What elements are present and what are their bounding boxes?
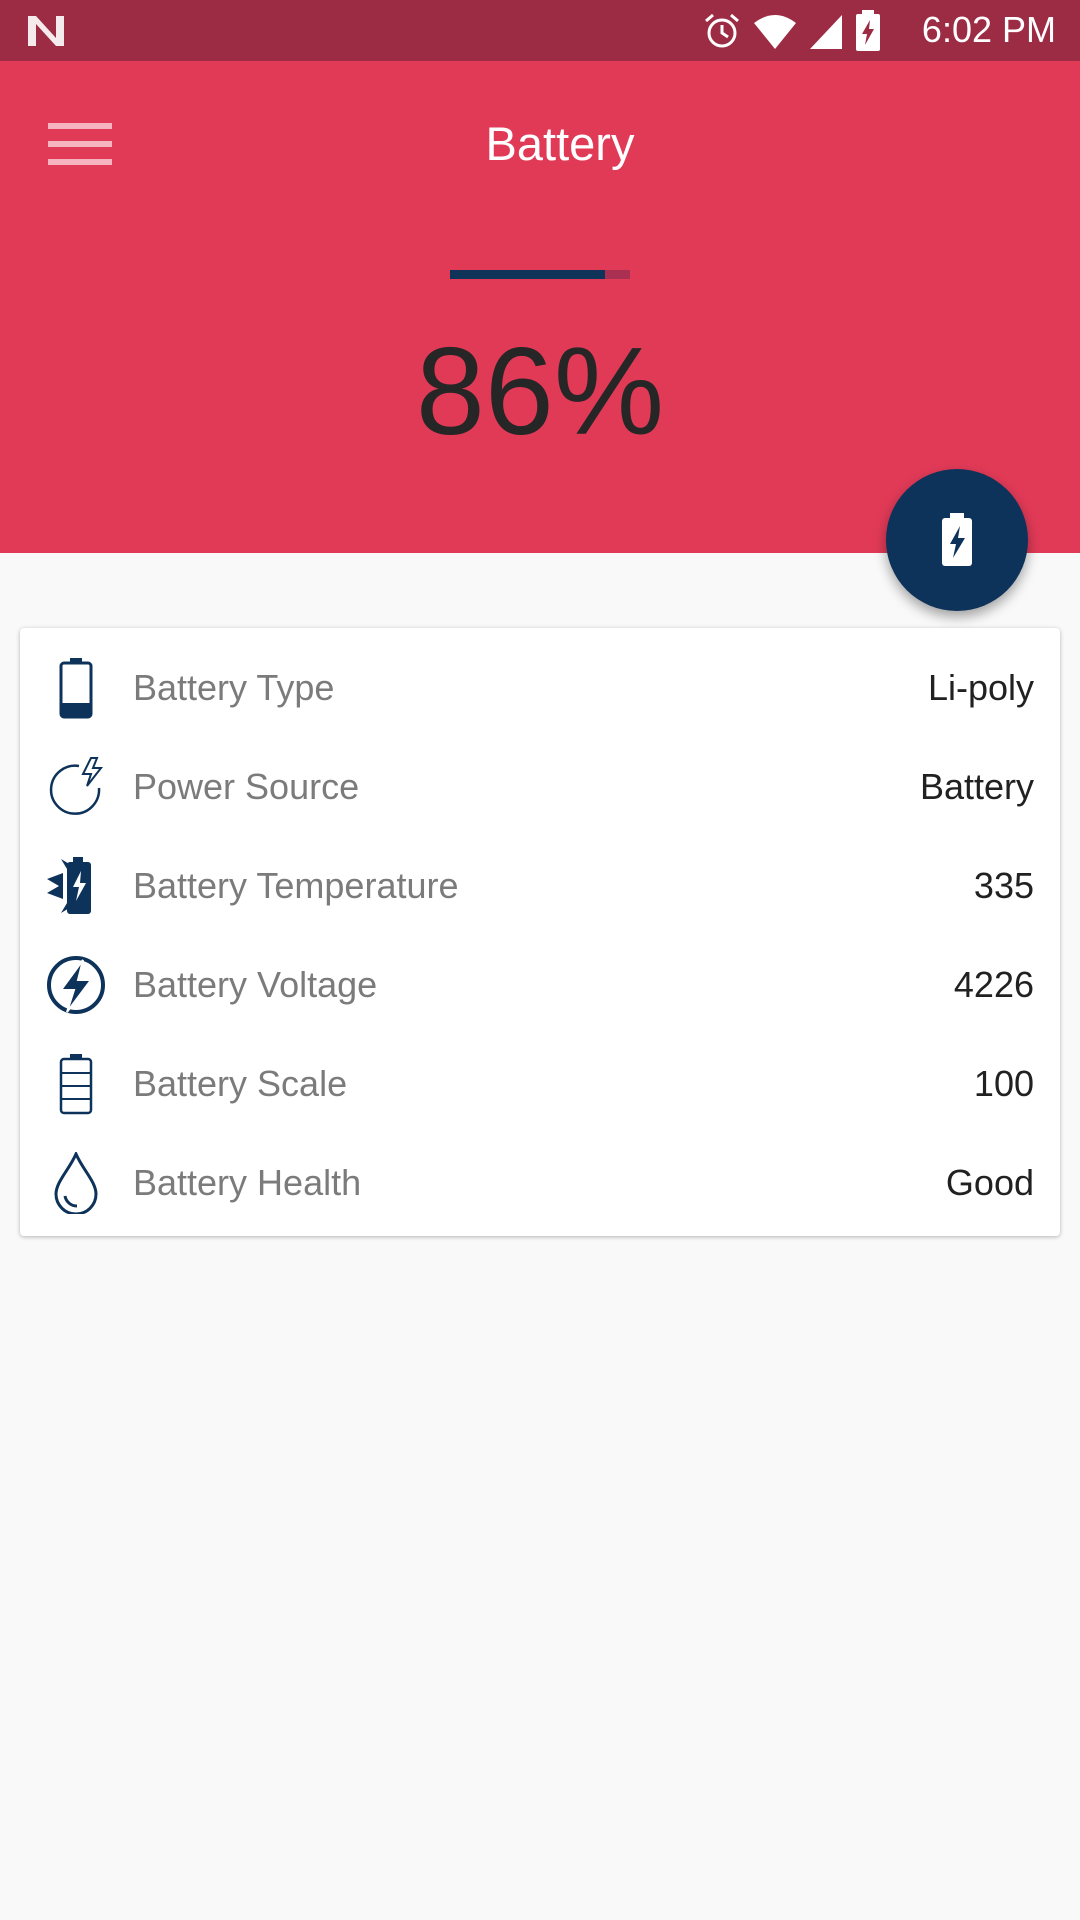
signal-icon <box>810 15 842 49</box>
n-logo-icon <box>28 16 64 46</box>
detail-label: Power Source <box>133 766 360 807</box>
clock: 6:02 PM <box>921 9 1056 50</box>
detail-value: Good <box>945 1162 1034 1203</box>
charge-fab-button[interactable] <box>886 469 1028 611</box>
detail-label: Battery Health <box>133 1162 362 1203</box>
status-icons <box>702 10 882 52</box>
detail-value: 335 <box>973 865 1034 906</box>
status-bar: 6:02 PM <box>0 0 1080 61</box>
detail-label: Battery Type <box>133 667 335 708</box>
detail-row-battery-health: Battery Health Good <box>20 1133 1060 1232</box>
alarm-icon <box>705 13 739 48</box>
battery-icon <box>59 658 93 719</box>
water-drop-icon <box>54 1152 98 1214</box>
wifi-icon <box>754 15 796 49</box>
battery-scale-icon <box>59 1054 93 1115</box>
detail-value: 100 <box>973 1063 1034 1104</box>
battery-progress-bar <box>450 270 630 279</box>
battery-details-card: Battery Type Li-poly Power Source Batter… <box>20 628 1060 1236</box>
detail-row-battery-voltage: Battery Voltage 4226 <box>20 935 1060 1034</box>
detail-row-battery-scale: Battery Scale 100 <box>20 1034 1060 1133</box>
battery-charging-icon <box>942 513 972 566</box>
battery-percent: 86% <box>415 323 665 461</box>
battery-charging-icon <box>856 10 880 51</box>
detail-label: Battery Scale <box>133 1063 348 1104</box>
detail-row-battery-type: Battery Type Li-poly <box>20 638 1060 737</box>
temperature-icon <box>47 857 91 914</box>
detail-label: Battery Temperature <box>133 865 459 906</box>
detail-value: Li-poly <box>927 667 1034 708</box>
detail-value: Battery <box>919 766 1034 807</box>
battery-progress-fill <box>450 270 605 279</box>
detail-row-power-source: Power Source Battery <box>20 737 1060 836</box>
detail-label: Battery Voltage <box>133 964 378 1005</box>
page-title: Battery <box>485 117 635 170</box>
power-source-icon <box>49 757 104 815</box>
detail-row-battery-temperature: Battery Temperature 335 <box>20 836 1060 935</box>
detail-value: 4226 <box>953 964 1034 1005</box>
voltage-icon <box>47 956 105 1014</box>
